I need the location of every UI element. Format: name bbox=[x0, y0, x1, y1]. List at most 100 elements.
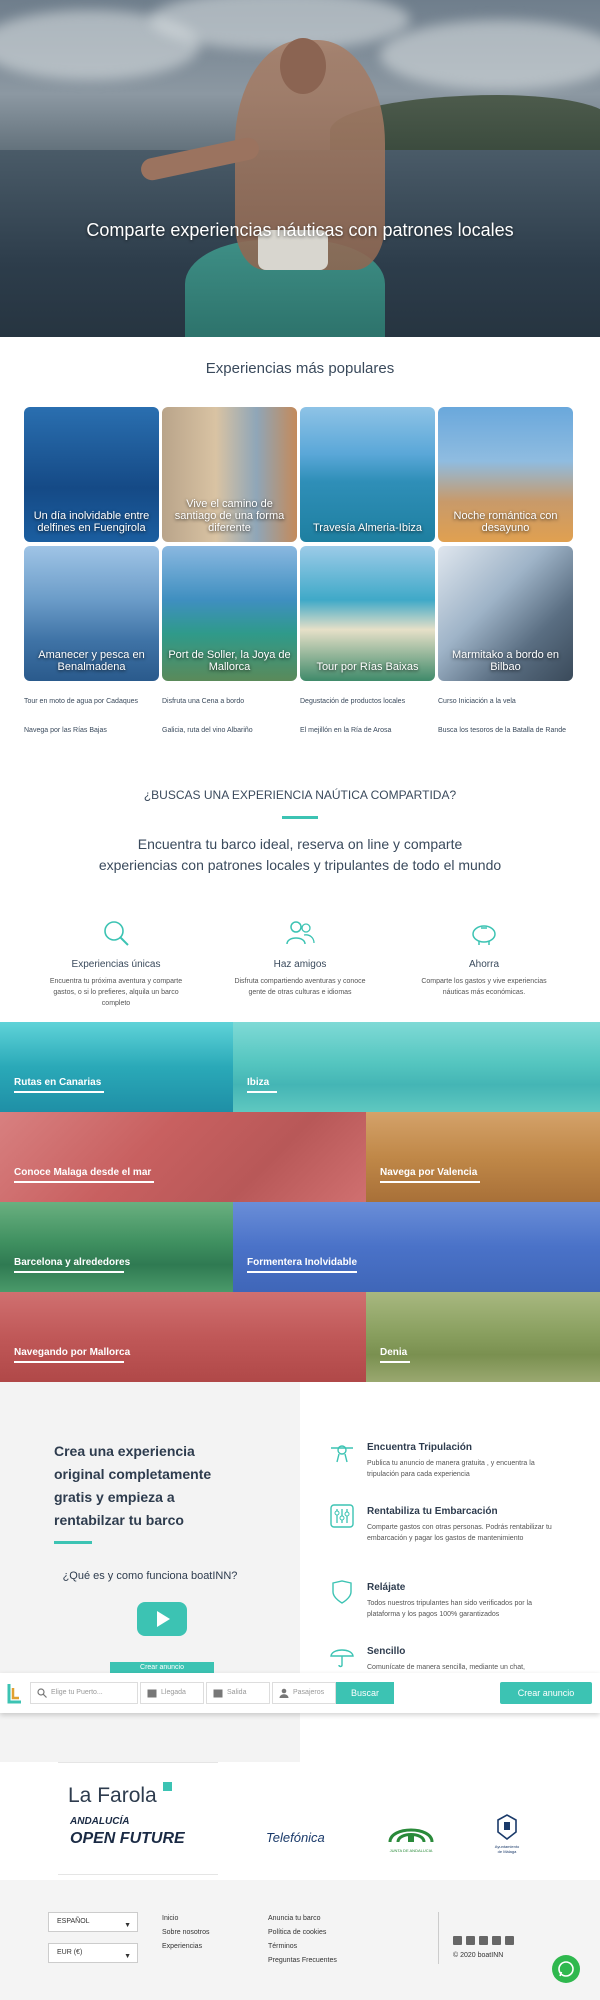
instagram-icon[interactable] bbox=[479, 1936, 488, 1945]
experience-card[interactable]: Noche romántica con desayuno bbox=[438, 407, 573, 542]
experience-card-label: Vive el camino de santiago de una forma … bbox=[174, 498, 285, 534]
experience-card[interactable]: Vive el camino de santiago de una forma … bbox=[162, 407, 297, 542]
destination-label: Barcelona y alrededores bbox=[14, 1257, 131, 1268]
create-heading-line: rentabilzar tu barco bbox=[54, 1512, 184, 1528]
footer-link[interactable]: Preguntas Frecuentes bbox=[268, 1957, 337, 1964]
destination-label: Conoce Malaga desde el mar bbox=[14, 1167, 152, 1178]
destination-label: Rutas en Canarias bbox=[14, 1077, 102, 1088]
divider bbox=[58, 1874, 218, 1875]
facebook-icon[interactable] bbox=[453, 1936, 462, 1945]
shield-icon bbox=[332, 1580, 352, 1604]
create-heading: Crea una experiencia original completame… bbox=[54, 1440, 254, 1532]
destination-mallorca[interactable]: Navegando por Mallorca bbox=[0, 1292, 366, 1382]
destination-valencia[interactable]: Navega por Valencia bbox=[366, 1112, 600, 1202]
passengers-input[interactable]: Pasajeros bbox=[272, 1682, 336, 1704]
feature-desc: Encuentra tu próxima aventura y comparte… bbox=[49, 978, 183, 1007]
play-video-button[interactable] bbox=[137, 1602, 187, 1636]
benefit-title: Encuentra Tripulación bbox=[367, 1442, 473, 1453]
destination-underline bbox=[247, 1271, 357, 1273]
ayuntamiento-line: de Málaga bbox=[497, 1849, 517, 1854]
popular-link[interactable]: El mejillón en la Ría de Arosa bbox=[300, 727, 391, 734]
destination-denia[interactable]: Denia bbox=[366, 1292, 600, 1382]
divider bbox=[438, 1912, 439, 1964]
footer-link[interactable]: Inicio bbox=[162, 1915, 178, 1922]
destination-underline bbox=[14, 1271, 124, 1273]
popular-link[interactable]: Degustación de productos locales bbox=[300, 698, 405, 705]
destination-ibiza[interactable]: Ibiza bbox=[233, 1022, 600, 1112]
search-bar: Elige tu Puerto... Llegada Salida Pasaje… bbox=[0, 1673, 600, 1713]
footer-link[interactable]: Experiencias bbox=[162, 1943, 202, 1950]
experience-card-label: Un día inolvidable entre delfines en Fue… bbox=[33, 510, 150, 534]
experience-card[interactable]: Un día inolvidable entre delfines en Fue… bbox=[24, 407, 159, 542]
create-ad-button[interactable]: Crear anuncio bbox=[500, 1682, 592, 1704]
arrival-input[interactable]: Llegada bbox=[140, 1682, 204, 1704]
helm-icon bbox=[331, 1445, 353, 1463]
calendar-icon bbox=[213, 1689, 223, 1698]
destination-barcelona[interactable]: Barcelona y alrededores bbox=[0, 1202, 233, 1292]
destination-label: Ibiza bbox=[247, 1077, 270, 1088]
feature-save: Ahorra Comparte los gastos y vive experi… bbox=[414, 918, 554, 998]
whatsapp-button[interactable] bbox=[552, 1955, 580, 1983]
departure-input[interactable]: Salida bbox=[206, 1682, 270, 1704]
experience-card-label: Travesía Almeria-Ibiza bbox=[312, 522, 423, 534]
destination-malaga[interactable]: Conoce Malaga desde el mar bbox=[0, 1112, 366, 1202]
destination-label: Formentera Inolvidable bbox=[247, 1257, 358, 1268]
popular-link[interactable]: Galicia, ruta del vino Albariño bbox=[162, 727, 253, 734]
port-input[interactable]: Elige tu Puerto... bbox=[30, 1682, 138, 1704]
shared-description: Encuentra tu barco ideal, reserva on lin… bbox=[60, 834, 540, 876]
benefit-title: Relájate bbox=[367, 1582, 406, 1593]
destination-underline bbox=[14, 1091, 104, 1093]
destination-underline bbox=[247, 1091, 277, 1093]
youtube-icon[interactable] bbox=[505, 1936, 514, 1945]
benefit-desc: Publica tu anuncio de manera gratuita , … bbox=[367, 1460, 535, 1478]
footer-link[interactable]: Anuncia tu barco bbox=[268, 1915, 321, 1922]
andalucia-logo-line: ANDALUCÍA bbox=[70, 1816, 130, 1827]
boatinn-logo-icon bbox=[7, 1684, 21, 1704]
popular-link[interactable]: Disfruta una Cena a bordo bbox=[162, 698, 244, 705]
popular-link[interactable]: Busca los tesoros de la Batalla de Rande bbox=[438, 727, 566, 734]
people-icon bbox=[286, 921, 315, 945]
popular-link[interactable]: Curso Iniciación a la vela bbox=[438, 698, 516, 705]
pinterest-icon[interactable] bbox=[492, 1936, 501, 1945]
copyright: © 2020 boatINN bbox=[453, 1952, 504, 1959]
experience-card-label: Tour por Rías Baixas bbox=[316, 661, 419, 673]
la-farola-logo-mark bbox=[163, 1782, 172, 1791]
popular-link[interactable]: Tour en moto de agua por Cadaques bbox=[24, 698, 138, 705]
footer-link[interactable]: Sobre nosotros bbox=[162, 1929, 209, 1936]
popular-link[interactable]: Navega por las Rías Bajas bbox=[24, 727, 107, 734]
feature-title: Haz amigos bbox=[273, 959, 327, 970]
piggy-bank-icon bbox=[472, 925, 496, 945]
destination-canarias[interactable]: Rutas en Canarias bbox=[0, 1022, 233, 1112]
search-icon bbox=[104, 921, 129, 946]
benefit-desc: Todos nuestros tripulantes han sido veri… bbox=[367, 1600, 532, 1618]
feature-desc: Comparte los gastos y vive experiencias … bbox=[421, 978, 547, 996]
footer-link[interactable]: Política de cookies bbox=[268, 1929, 326, 1936]
currency-value: EUR (€) bbox=[57, 1949, 83, 1956]
feature-desc: Disfruta compartiendo aventuras y conoce… bbox=[234, 978, 366, 996]
sliders-icon bbox=[330, 1504, 354, 1528]
experience-card[interactable]: Port de Soller, la Joya de Mallorca bbox=[162, 546, 297, 681]
shared-question: ¿BUSCAS UNA EXPERIENCIA NAÚTICA COMPARTI… bbox=[143, 788, 457, 802]
chevron-down-icon: ▼ bbox=[124, 1953, 131, 1960]
ayuntamiento-malaga-logo-text: Ayuntamiento de Málaga bbox=[484, 1844, 530, 1854]
la-farola-logo: La Farola bbox=[68, 1784, 157, 1807]
twitter-icon[interactable] bbox=[466, 1936, 475, 1945]
experience-card[interactable]: Tour por Rías Baixas bbox=[300, 546, 435, 681]
experience-card-label: Noche romántica con desayuno bbox=[453, 510, 558, 534]
currency-select[interactable]: EUR (€) ▼ bbox=[48, 1943, 138, 1963]
footer-link[interactable]: Términos bbox=[268, 1943, 297, 1950]
search-button[interactable]: Buscar bbox=[336, 1682, 394, 1704]
divider bbox=[282, 816, 318, 819]
junta-andalucia-logo-text: JUNTA DE ANDALUCIA bbox=[389, 1848, 433, 1853]
search-icon bbox=[37, 1688, 47, 1698]
language-select[interactable]: ESPAÑOL ▼ bbox=[48, 1912, 138, 1932]
hero-banner: Comparte experiencias náuticas con patro… bbox=[0, 0, 600, 337]
experience-card[interactable]: Amanecer y pesca en Benalmadena bbox=[24, 546, 159, 681]
calendar-icon bbox=[147, 1689, 157, 1698]
destination-formentera[interactable]: Formentera Inolvidable bbox=[233, 1202, 600, 1292]
user-icon bbox=[279, 1688, 289, 1698]
destination-label: Navega por Valencia bbox=[380, 1167, 478, 1178]
junta-andalucia-logo-icon bbox=[388, 1828, 434, 1843]
experience-card[interactable]: Marmitako a bordo en Bilbao bbox=[438, 546, 573, 681]
experience-card[interactable]: Travesía Almeria-Ibiza bbox=[300, 407, 435, 542]
